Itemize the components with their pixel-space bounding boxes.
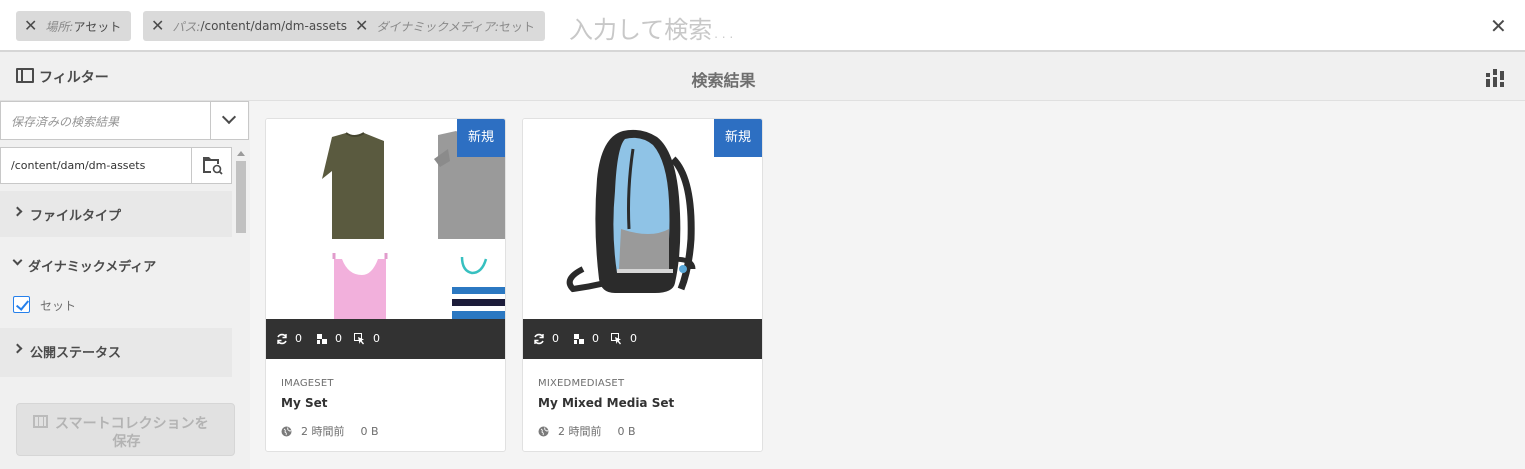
sync-count: 0	[295, 332, 302, 345]
tag-key: 場所:	[45, 19, 74, 34]
chevron-down-icon[interactable]	[12, 255, 23, 266]
clicks-count: 0	[630, 332, 637, 345]
accordion-label: 公開ステータス	[30, 346, 122, 361]
tag-key: パス:	[172, 19, 201, 34]
tag-value: セット	[498, 19, 535, 34]
clicks-stat: 0	[611, 332, 637, 345]
rail-scrollbar[interactable]	[234, 147, 247, 469]
tag-value: /content/dam/dm-assets	[200, 19, 348, 33]
set-checkbox-label[interactable]: セット	[40, 297, 76, 314]
asset-type: MIXEDMEDIASET	[538, 378, 625, 389]
tag-key: ダイナミックメディア:	[376, 19, 499, 34]
chevron-right-icon	[12, 343, 23, 354]
clicks-count: 0	[373, 332, 380, 345]
remove-tag-icon[interactable]: ✕	[151, 18, 164, 34]
close-search-icon[interactable]: ✕	[1490, 14, 1507, 38]
sync-count: 0	[552, 332, 559, 345]
impressions-count: 0	[335, 332, 342, 345]
asset-name[interactable]: My Mixed Media Set	[538, 396, 674, 410]
asset-card[interactable]: 新規 0 0 0 MIXEDMEDIASET My Mixed Media Se…	[522, 118, 763, 452]
asset-size: 0 B	[360, 424, 379, 438]
saved-search-placeholder: 保存済みの検索結果	[11, 115, 120, 129]
clicks-stat: 0	[354, 332, 380, 345]
asset-type: IMAGESET	[281, 378, 334, 389]
new-badge: 新規	[714, 119, 762, 157]
clicks-icon	[354, 332, 364, 344]
folder-search-icon	[203, 157, 223, 175]
search-tag-dynamic-media[interactable]: ✕ ダイナミックメディア: セット	[347, 11, 545, 41]
scroll-thumb[interactable]	[236, 161, 246, 233]
scroll-up-icon[interactable]	[237, 151, 245, 156]
search-input[interactable]: 入力して検索...	[569, 10, 735, 45]
set-checkbox[interactable]	[13, 296, 30, 313]
chevron-right-icon	[12, 206, 23, 217]
impressions-stat: 0	[573, 332, 599, 345]
search-results: 新規 0 0 0 IMAGESET My Set 2 時間前 0 B 新規 0 …	[250, 101, 1525, 469]
accordion-label: ファイルタイプ	[30, 209, 122, 224]
globe-icon	[281, 426, 292, 436]
new-badge: 新規	[457, 119, 505, 157]
search-tag-location[interactable]: ✕ 場所: アセット	[16, 11, 132, 41]
asset-meta: 2 時間前 0 B	[281, 423, 379, 439]
sync-stat: 0	[276, 332, 302, 345]
tag-value: アセット	[73, 19, 122, 34]
globe-icon	[538, 426, 549, 436]
asset-size: 0 B	[617, 424, 636, 438]
chevron-down-icon[interactable]	[210, 102, 248, 139]
impressions-icon	[317, 333, 327, 344]
card-stats-bar: 0 0 0	[523, 319, 762, 359]
view-switcher-icon[interactable]	[1486, 69, 1504, 87]
impressions-icon	[574, 333, 584, 344]
page-title: 検索結果	[691, 71, 756, 90]
save-collection-label: スマートコレクションを	[55, 416, 209, 432]
asset-meta: 2 時間前 0 B	[538, 423, 636, 439]
remove-tag-icon[interactable]: ✕	[355, 18, 368, 34]
asset-name[interactable]: My Set	[281, 396, 327, 410]
sync-stat: 0	[533, 332, 559, 345]
collection-icon	[33, 415, 48, 428]
path-value: /content/dam/dm-assets	[11, 159, 146, 172]
save-smart-collection-button[interactable]: スマートコレクションを 保存	[16, 403, 235, 456]
search-tag-path[interactable]: ✕ パス: /content/dam/dm-assets	[143, 11, 358, 41]
filter-rail: 保存済みの検索結果 /content/dam/dm-assets ファイルタイプ…	[0, 101, 250, 469]
path-browse-button[interactable]	[191, 148, 231, 183]
asset-modified-time: 2 時間前	[301, 425, 345, 438]
save-collection-label-2: 保存	[112, 434, 141, 450]
clicks-icon	[611, 332, 621, 344]
omnisearch-bar: ✕ 場所: アセット ✕ パス: /content/dam/dm-assets …	[0, 0, 1525, 52]
asset-card[interactable]: 新規 0 0 0 IMAGESET My Set 2 時間前 0 B	[265, 118, 506, 452]
sync-icon	[534, 333, 544, 344]
action-header: フィルター 検索結果	[0, 52, 1525, 101]
accordion-label[interactable]: ダイナミックメディア	[28, 256, 156, 275]
path-browser-field[interactable]: /content/dam/dm-assets	[0, 147, 232, 184]
saved-search-select[interactable]: 保存済みの検索結果	[0, 101, 249, 140]
accordion-file-type[interactable]: ファイルタイプ	[0, 191, 232, 237]
impressions-count: 0	[592, 332, 599, 345]
asset-modified-time: 2 時間前	[558, 425, 602, 438]
card-stats-bar: 0 0 0	[266, 319, 505, 359]
sync-icon	[277, 333, 287, 344]
impressions-stat: 0	[316, 332, 342, 345]
accordion-publish-status[interactable]: 公開ステータス	[0, 328, 232, 377]
remove-tag-icon[interactable]: ✕	[24, 18, 37, 34]
